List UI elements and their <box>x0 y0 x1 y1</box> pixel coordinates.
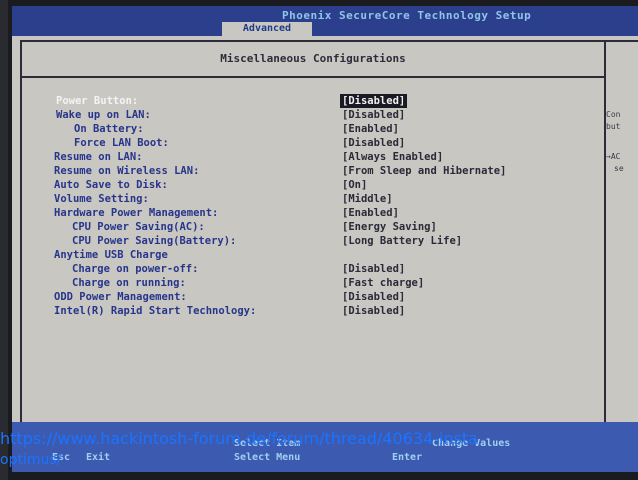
setting-label-power-button[interactable]: Power Button: <box>56 94 138 108</box>
monitor-bezel <box>0 0 8 480</box>
setting-value-wake-on-lan[interactable]: [Disabled] <box>342 108 405 122</box>
setting-label-odd-power[interactable]: ODD Power Management: <box>54 290 187 304</box>
source-url-link-continued[interactable]: optimus/ <box>0 452 61 468</box>
setting-label-cpu-saving-battery[interactable]: CPU Power Saving(Battery): <box>72 234 236 248</box>
setting-value-cpu-saving-ac[interactable]: [Energy Saving] <box>342 220 437 234</box>
setting-label-anytime-usb-charge: Anytime USB Charge <box>54 249 168 261</box>
setting-value-auto-save-disk[interactable]: [On] <box>342 178 367 192</box>
bios-screen: Phoenix SecureCore Technology Setup Adva… <box>12 6 638 472</box>
key-select-menu: Select Menu <box>234 452 301 463</box>
setting-label-hw-power-mgmt[interactable]: Hardware Power Management: <box>54 206 218 220</box>
help-line: →AC <box>606 152 621 161</box>
setting-label-charge-running[interactable]: Charge on running: <box>72 276 186 290</box>
setting-value-charge-power-off[interactable]: [Disabled] <box>342 262 405 276</box>
setting-value-on-battery[interactable]: [Enabled] <box>342 122 399 136</box>
key-enter: Enter <box>392 452 423 463</box>
setting-value-odd-power[interactable]: [Disabled] <box>342 290 405 304</box>
item-help-panel: Con but →AC se <box>604 40 638 424</box>
setting-label-force-lan-boot[interactable]: Force LAN Boot: <box>74 136 169 150</box>
setting-value-power-button[interactable]: [Disabled] <box>340 94 408 108</box>
setup-title: Phoenix SecureCore Technology Setup <box>282 9 532 22</box>
setting-label-cpu-saving-ac[interactable]: CPU Power Saving(AC): <box>72 220 205 234</box>
setting-value-volume[interactable]: [Middle] <box>342 192 393 206</box>
setting-label-rapid-start[interactable]: Intel(R) Rapid Start Technology: <box>54 304 256 318</box>
setting-value-resume-wireless-lan[interactable]: [From Sleep and Hibernate] <box>342 164 506 178</box>
setting-value-charge-running[interactable]: [Fast charge] <box>342 276 424 290</box>
setting-value-hw-power-mgmt[interactable]: [Enabled] <box>342 206 399 220</box>
setting-label-volume[interactable]: Volume Setting: <box>54 192 149 206</box>
setting-value-rapid-start[interactable]: [Disabled] <box>342 304 405 318</box>
title-bar: Phoenix SecureCore Technology Setup Adva… <box>12 6 638 36</box>
setting-label-auto-save-disk[interactable]: Auto Save to Disk: <box>54 178 168 192</box>
key-esc-action: Exit <box>86 452 111 463</box>
source-url-link[interactable]: https://www.hackintosh-forum.de/forum/th… <box>0 428 638 450</box>
settings-panel: Miscellaneous Configurations Power Butto… <box>20 40 606 424</box>
help-line: but <box>606 122 621 131</box>
setting-label-charge-power-off[interactable]: Charge on power-off: <box>72 262 198 276</box>
setting-label-resume-on-lan[interactable]: Resume on LAN: <box>54 150 143 164</box>
setting-value-cpu-saving-battery[interactable]: [Long Battery Life] <box>342 234 462 248</box>
setting-value-force-lan-boot[interactable]: [Disabled] <box>342 136 405 150</box>
setting-label-wake-on-lan[interactable]: Wake up on LAN: <box>56 108 151 122</box>
setting-value-resume-on-lan[interactable]: [Always Enabled] <box>342 150 443 164</box>
help-line: se <box>614 164 624 173</box>
tab-advanced[interactable]: Advanced <box>222 22 312 36</box>
help-line: Con <box>606 110 621 119</box>
setting-label-resume-wireless-lan[interactable]: Resume on Wireless LAN: <box>54 164 199 178</box>
panel-title: Miscellaneous Configurations <box>22 42 604 78</box>
setting-label-on-battery[interactable]: On Battery: <box>74 122 144 136</box>
